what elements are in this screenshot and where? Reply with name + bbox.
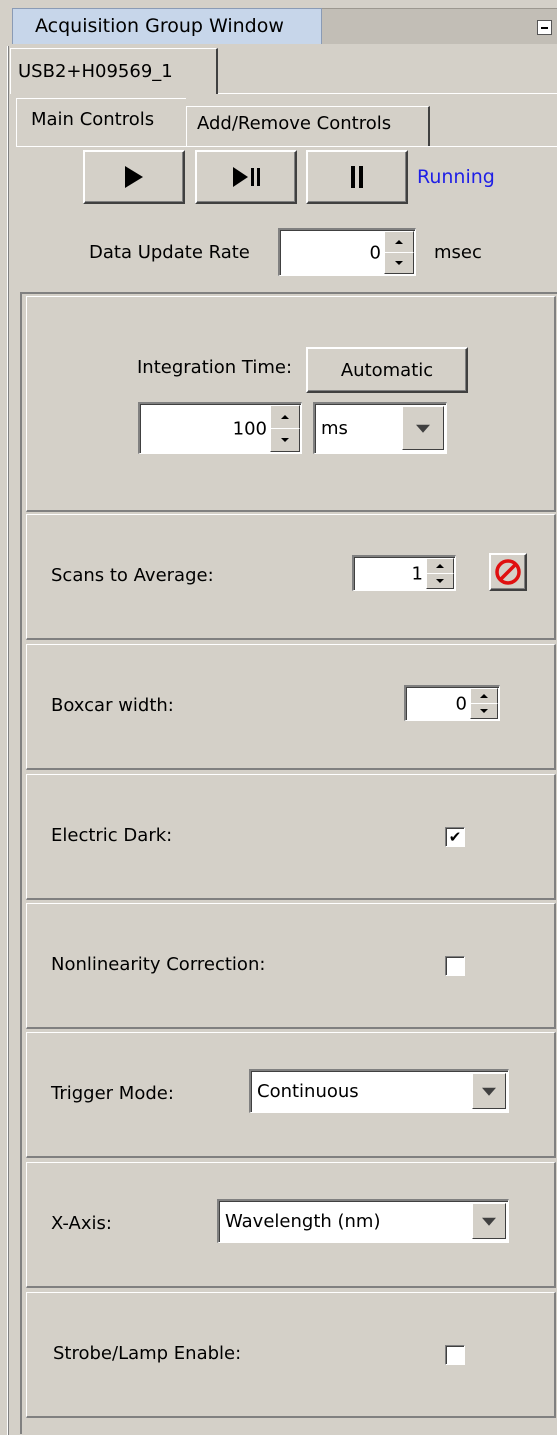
automatic-button[interactable]: Automatic <box>306 347 468 393</box>
strobe-lamp-label: Strobe/Lamp Enable: <box>53 1343 242 1364</box>
boxcar-width-section: Boxcar width: 0 <box>26 644 556 770</box>
left-border-inner <box>8 46 12 1435</box>
boxcar-width-value: 0 <box>455 693 467 714</box>
spin-down-button[interactable] <box>426 573 454 589</box>
spin-down-button[interactable] <box>270 428 300 452</box>
update-rate-label: Data Update Rate <box>89 242 250 263</box>
pause-button[interactable] <box>306 150 408 204</box>
disable-averaging-button[interactable] <box>489 553 527 591</box>
spin-down-button[interactable] <box>470 703 498 719</box>
integration-unit-value: ms <box>321 418 348 439</box>
play-icon <box>125 166 143 188</box>
play-pause-icon <box>233 167 260 187</box>
update-rate-value: 0 <box>369 242 381 263</box>
boxcar-spinner[interactable] <box>470 688 498 719</box>
trigger-mode-value: Continuous <box>257 1081 359 1102</box>
x-axis-label: X-Axis: <box>51 1213 112 1234</box>
window-title-tab[interactable]: Acquisition Group Window <box>12 8 322 44</box>
window-title: Acquisition Group Window <box>35 15 284 37</box>
spin-up-button[interactable] <box>426 558 454 574</box>
left-border <box>0 46 8 1435</box>
boxcar-width-input[interactable]: 0 <box>404 685 500 721</box>
tab-add-remove-label: Add/Remove Controls <box>197 113 392 134</box>
tab-add-remove-controls[interactable]: Add/Remove Controls <box>186 106 430 146</box>
nonlinearity-checkbox[interactable] <box>445 956 465 976</box>
nonlinearity-section: Nonlinearity Correction: <box>26 903 556 1029</box>
integration-time-spinner[interactable] <box>270 405 300 452</box>
trigger-mode-label: Trigger Mode: <box>51 1083 174 1104</box>
trigger-mode-section: Trigger Mode: Continuous <box>26 1032 556 1158</box>
scans-to-average-input[interactable]: 1 <box>352 555 456 591</box>
tab-main-label: Main Controls <box>31 109 155 130</box>
scans-to-average-value: 1 <box>411 563 423 584</box>
tab-device[interactable]: USB2+H09569_1 <box>10 48 218 94</box>
integration-time-input[interactable]: 100 <box>138 402 302 454</box>
no-entry-icon <box>495 559 521 585</box>
update-rate-spinner[interactable] <box>384 231 414 274</box>
play-button[interactable] <box>83 150 185 204</box>
chevron-down-icon[interactable] <box>472 1203 506 1239</box>
minimize-icon[interactable] <box>537 20 552 35</box>
x-axis-section: X-Axis: Wavelength (nm) <box>26 1162 556 1288</box>
boxcar-width-label: Boxcar width: <box>51 695 174 716</box>
integration-time-section: Integration Time: Automatic 100 ms <box>26 296 556 512</box>
electric-dark-label: Electric Dark: <box>51 825 173 846</box>
electric-dark-section: Electric Dark: ✔ <box>26 774 556 900</box>
pause-icon <box>351 166 363 188</box>
spin-down-button[interactable] <box>384 252 414 274</box>
scans-to-average-section: Scans to Average: 1 <box>26 514 556 640</box>
update-rate-unit: msec <box>434 242 482 263</box>
scans-spinner[interactable] <box>426 558 454 589</box>
strobe-lamp-checkbox[interactable] <box>445 1345 465 1365</box>
status-text: Running <box>417 166 495 188</box>
x-axis-value: Wavelength (nm) <box>225 1211 381 1232</box>
integration-time-label: Integration Time: <box>137 357 293 378</box>
electric-dark-checkbox[interactable]: ✔ <box>445 827 465 847</box>
update-rate-input[interactable]: 0 <box>278 228 416 276</box>
title-strip <box>322 8 557 44</box>
chevron-down-icon[interactable] <box>402 406 444 450</box>
spin-up-button[interactable] <box>470 688 498 704</box>
spin-up-button[interactable] <box>270 405 300 429</box>
device-tab-label: USB2+H09569_1 <box>18 61 173 82</box>
nonlinearity-label: Nonlinearity Correction: <box>51 954 266 975</box>
tabs-line <box>16 146 557 147</box>
scans-to-average-label: Scans to Average: <box>51 565 214 586</box>
integration-time-value: 100 <box>232 418 267 439</box>
spin-up-button[interactable] <box>384 231 414 253</box>
play-pause-button[interactable] <box>195 150 297 204</box>
chevron-down-icon[interactable] <box>472 1073 506 1109</box>
tab-main-controls[interactable]: Main Controls <box>16 98 186 146</box>
trigger-mode-select[interactable]: Continuous <box>249 1069 509 1113</box>
controls-panel: Integration Time: Automatic 100 ms Scans… <box>20 292 557 1434</box>
strobe-lamp-section: Strobe/Lamp Enable: <box>26 1292 556 1418</box>
check-mark-icon: ✔ <box>448 827 462 846</box>
integration-unit-select[interactable]: ms <box>313 402 447 454</box>
x-axis-select[interactable]: Wavelength (nm) <box>217 1199 509 1243</box>
